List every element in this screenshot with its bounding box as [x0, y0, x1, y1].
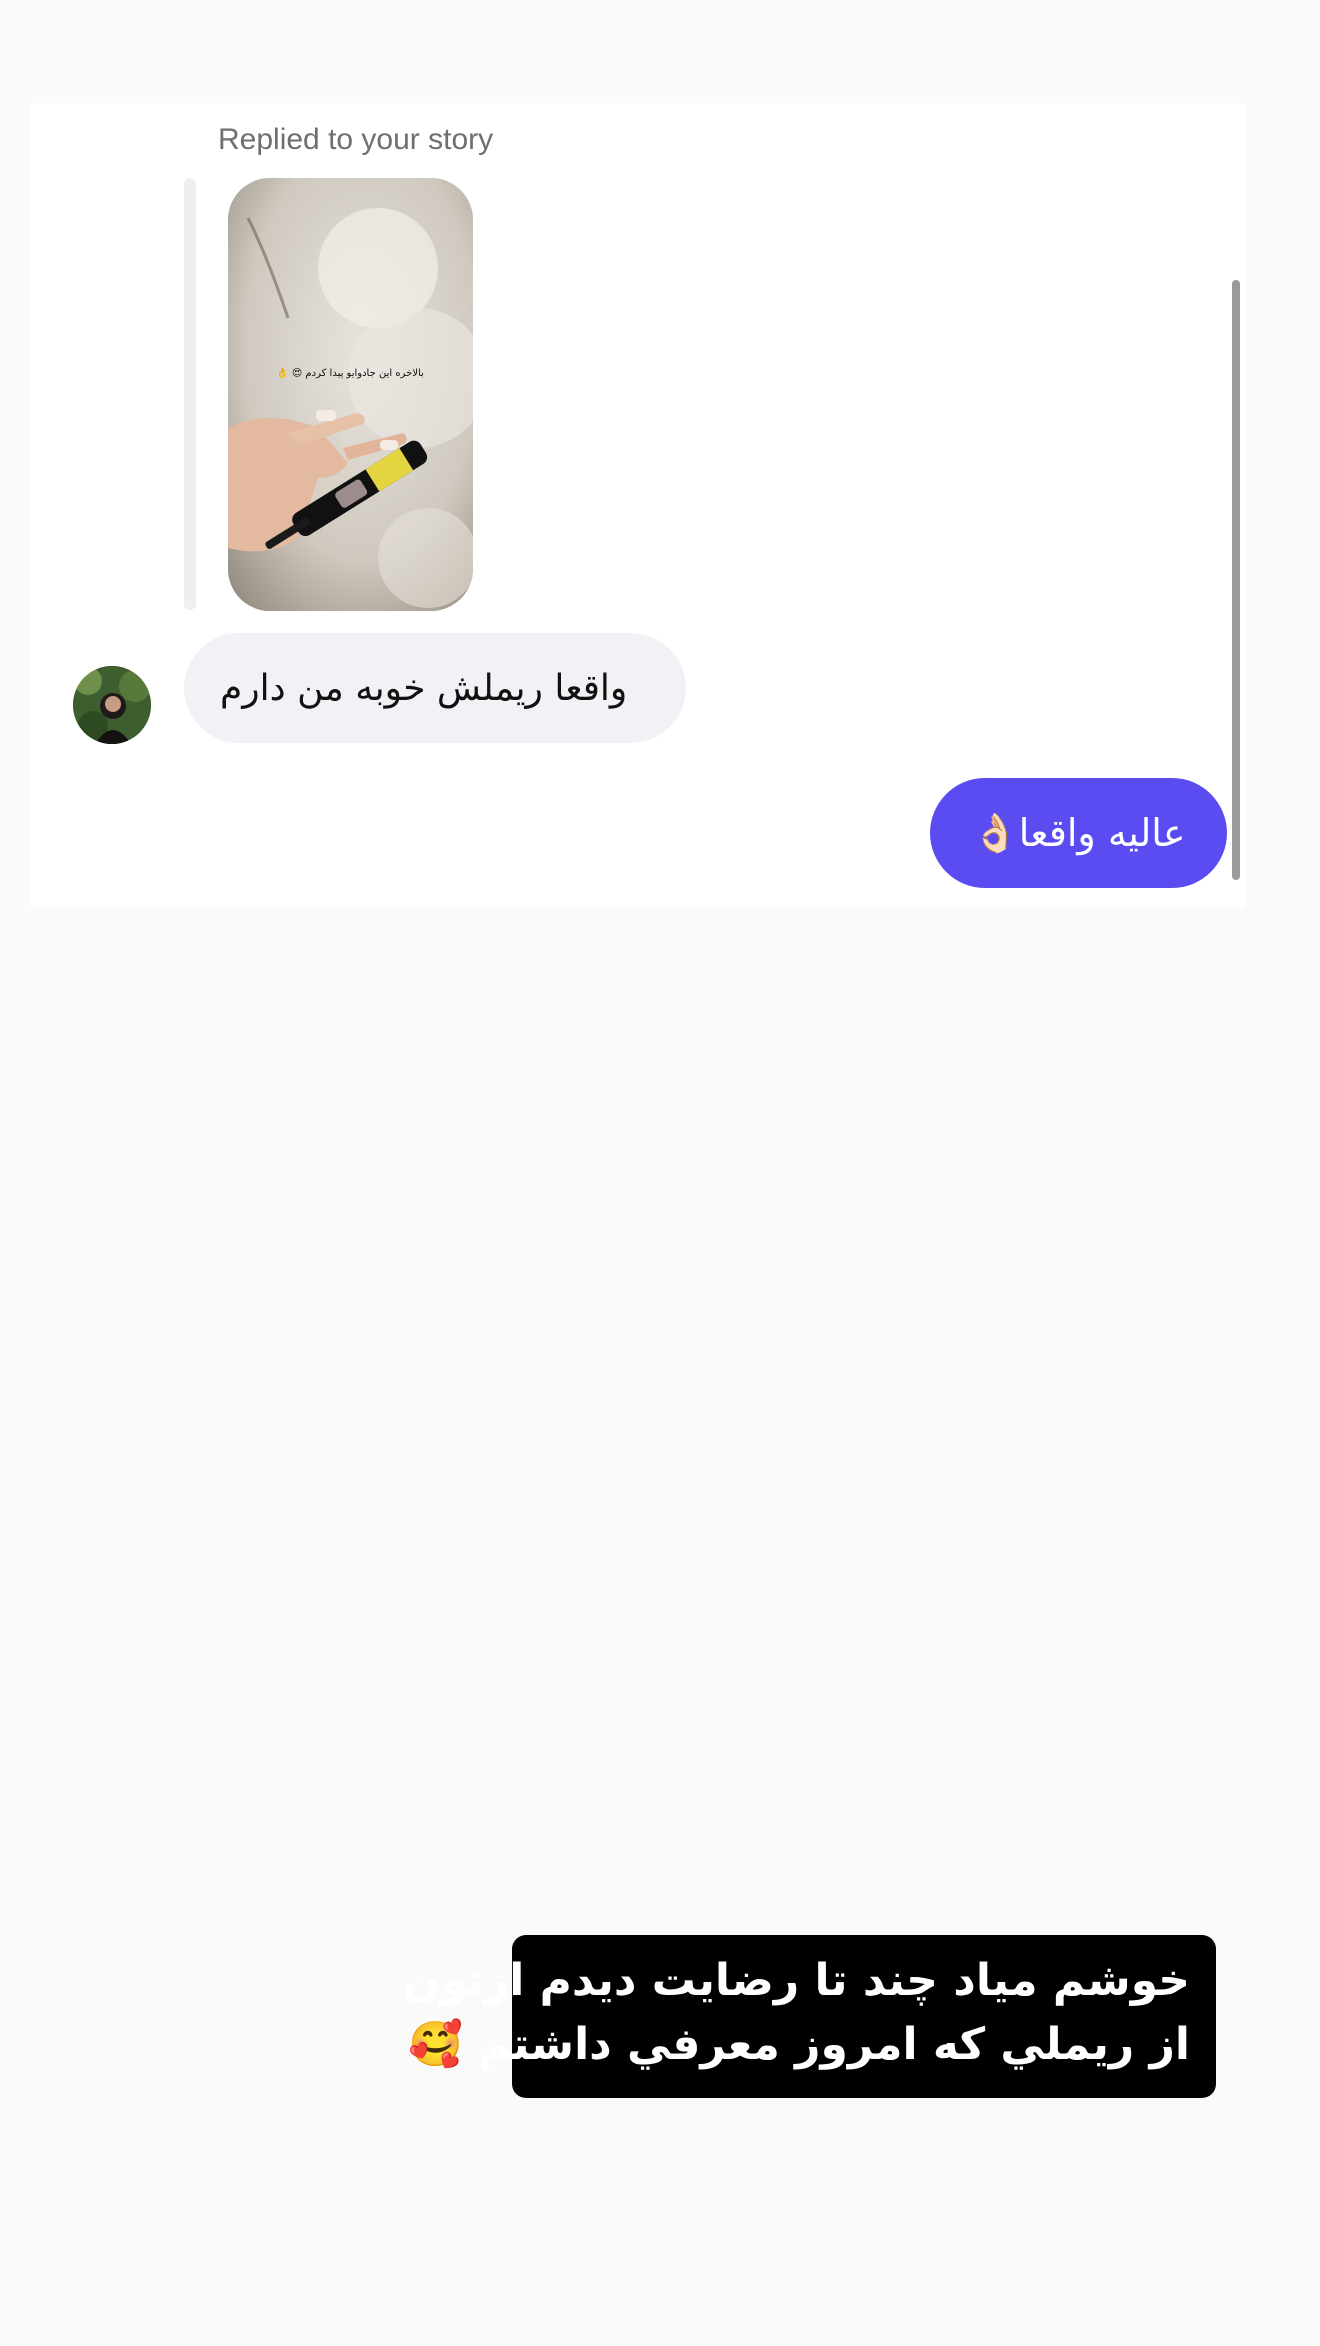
caption-line-2: از ريملي كه امروز معرفي داشتم 🥰	[408, 2019, 1190, 2070]
incoming-message-bubble[interactable]: واقعا ریملش خوبه من دارم	[184, 633, 686, 743]
story-overlay-text: بالاخره این جادوایو پیدا کردم 😍 👌	[276, 367, 424, 379]
incoming-message-text: واقعا ریملش خوبه من دارم	[220, 667, 628, 709]
scrollbar[interactable]	[1232, 280, 1240, 880]
outgoing-message-bubble[interactable]: عالیه واقعا👌🏻	[930, 778, 1227, 888]
avatar-image	[73, 666, 151, 744]
outgoing-message-text: عالیه واقعا👌🏻	[971, 810, 1186, 855]
replied-to-story-label: Replied to your story	[218, 123, 494, 156]
reply-indicator-bar	[184, 178, 196, 610]
caption-line-1: خوشم مياد چند تا رضايت ديدم ازتون	[402, 1955, 1190, 2006]
instagram-dm-screen: Replied to your story بالاخره این جادوای…	[0, 0, 1320, 2346]
story-thumbnail[interactable]: بالاخره این جادوایو پیدا کردم 😍 👌	[228, 178, 473, 611]
avatar[interactable]	[73, 666, 151, 744]
story-image: بالاخره این جادوایو پیدا کردم 😍 👌	[228, 178, 473, 611]
story-caption-box: خوشم مياد چند تا رضايت ديدم ازتون از ريم…	[402, 1935, 1216, 2098]
